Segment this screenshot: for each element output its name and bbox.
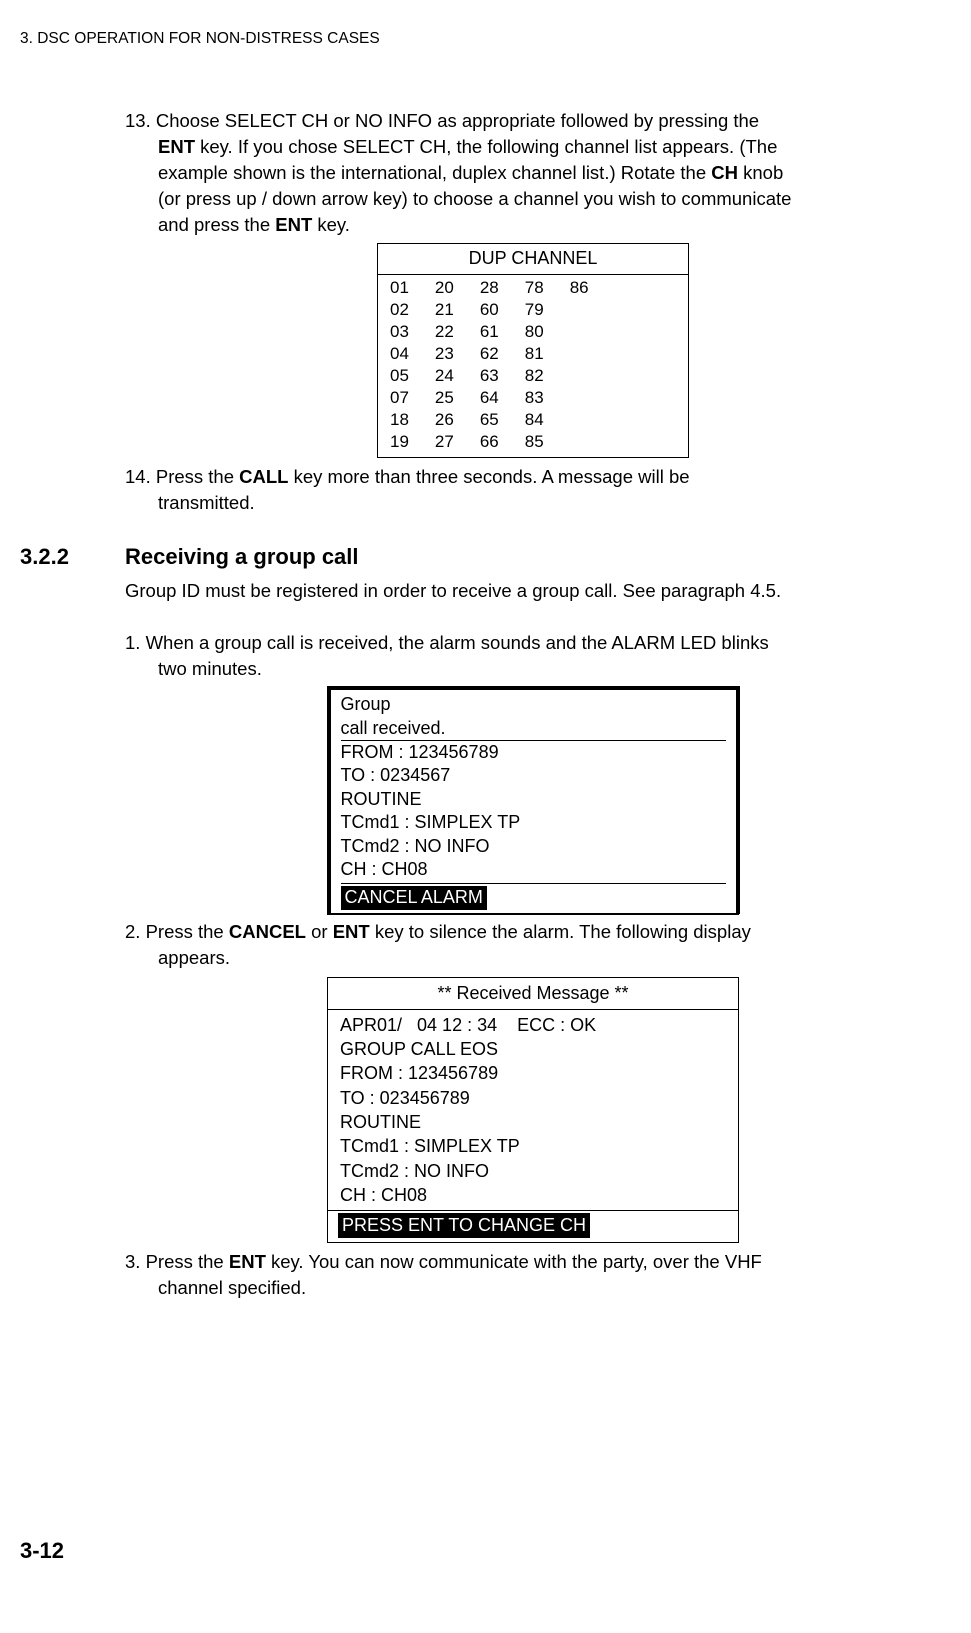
step-13: 13. Choose SELECT CH or NO INFO as appro… xyxy=(125,108,941,237)
step-number: 14. xyxy=(125,466,156,487)
step-number: 3. xyxy=(125,1251,146,1272)
box-title: ** Received Message ** xyxy=(328,978,738,1010)
text: Press the xyxy=(146,921,229,942)
text: example shown is the international, dupl… xyxy=(158,162,711,183)
cell: 21 xyxy=(435,299,454,321)
text: or xyxy=(306,921,333,942)
cell: 03 xyxy=(390,321,409,343)
box-line: APR01/ 04 12 : 34 ECC : OK xyxy=(340,1013,726,1037)
cancel-alarm-button: CANCEL ALARM xyxy=(341,886,487,909)
text: key to silence the alarm. The following … xyxy=(370,921,751,942)
box-line: TCmd2 : NO INFO xyxy=(341,835,726,858)
cell: 80 xyxy=(525,321,544,343)
step-3: 3. Press the ENT key. You can now commun… xyxy=(125,1249,941,1301)
cell: 78 xyxy=(525,277,544,299)
cell: 25 xyxy=(435,387,454,409)
text: VHF xyxy=(725,1251,762,1272)
bold-text: ENT xyxy=(229,1251,266,1272)
bold-text: CH xyxy=(711,162,738,183)
text: When a group call is received, the alarm… xyxy=(146,632,769,653)
step-number: 13. xyxy=(125,110,156,131)
text: channel specified. xyxy=(158,1277,306,1298)
cell: 64 xyxy=(480,387,499,409)
bold-text: ENT xyxy=(158,136,195,157)
text: Choose SELECT CH or NO INFO as appropria… xyxy=(156,110,759,131)
cell: 05 xyxy=(390,365,409,387)
box-line: CH : CH08 xyxy=(340,1183,726,1207)
cell: 83 xyxy=(525,387,544,409)
box-line: TO : 0234567 xyxy=(341,764,726,787)
cell: 04 xyxy=(390,343,409,365)
cell: 82 xyxy=(525,365,544,387)
text: appears. xyxy=(158,947,230,968)
section-number: 3.2.2 xyxy=(20,544,125,570)
step-14: 14. Press the CALL key more than three s… xyxy=(125,464,941,516)
cell: 65 xyxy=(480,409,499,431)
cell: 62 xyxy=(480,343,499,365)
text: key. xyxy=(312,214,350,235)
text: two minutes. xyxy=(158,658,262,679)
cell: 24 xyxy=(435,365,454,387)
bold-text: ENT xyxy=(333,921,370,942)
box-line: GROUP CALL EOS xyxy=(340,1037,726,1061)
box-line: FROM : 123456789 xyxy=(340,1061,726,1085)
cell: 81 xyxy=(525,343,544,365)
page-number: 3-12 xyxy=(20,1538,64,1564)
cell: 85 xyxy=(525,431,544,453)
cell: 84 xyxy=(525,409,544,431)
box-line: ROUTINE xyxy=(341,788,726,811)
cell: 86 xyxy=(570,277,589,299)
text: Press the xyxy=(146,1251,229,1272)
text: (or press up / down arrow key) to choose… xyxy=(158,188,791,209)
bold-text: CALL xyxy=(239,466,288,487)
cell: 18 xyxy=(390,409,409,431)
box-line: ROUTINE xyxy=(340,1110,726,1134)
text: Press the xyxy=(156,466,239,487)
box-header-line: Group xyxy=(341,693,726,716)
box-line: FROM : 123456789 xyxy=(341,741,726,764)
received-message-box: ** Received Message ** APR01/ 04 12 : 34… xyxy=(327,977,739,1244)
cell: 27 xyxy=(435,431,454,453)
box-line: TCmd2 : NO INFO xyxy=(340,1159,726,1183)
table-title: DUP CHANNEL xyxy=(378,244,688,274)
cell: 19 xyxy=(390,431,409,453)
cell: 07 xyxy=(390,387,409,409)
text: and press the xyxy=(158,214,275,235)
text: key. If you chose SELECT CH, the followi… xyxy=(195,136,777,157)
box-line: TO : 023456789 xyxy=(340,1086,726,1110)
cell: 60 xyxy=(480,299,499,321)
cell: 79 xyxy=(525,299,544,321)
cell: 26 xyxy=(435,409,454,431)
step-number: 1. xyxy=(125,632,146,653)
box-line: CH : CH08 xyxy=(341,858,726,884)
group-call-received-box: Group call received. FROM : 123456789 TO… xyxy=(327,687,739,915)
cell: 63 xyxy=(480,365,499,387)
bold-text: ENT xyxy=(275,214,312,235)
text: key. You can now communicate with the pa… xyxy=(266,1251,725,1272)
step-2: 2. Press the CANCEL or ENT key to silenc… xyxy=(125,919,941,971)
bold-text: CANCEL xyxy=(229,921,306,942)
step-1: 1. When a group call is received, the al… xyxy=(125,630,941,682)
cell: 02 xyxy=(390,299,409,321)
text: transmitted. xyxy=(158,492,255,513)
cell: 20 xyxy=(435,277,454,299)
cell: 23 xyxy=(435,343,454,365)
section-title: Receiving a group call xyxy=(125,544,359,570)
press-ent-to-change-ch-button: PRESS ENT TO CHANGE CH xyxy=(338,1213,590,1238)
step-number: 2. xyxy=(125,921,146,942)
dup-channel-table: DUP CHANNEL 01 02 03 04 05 07 18 19 20 2… xyxy=(377,243,689,458)
text: key more than three seconds. A message w… xyxy=(288,466,689,487)
box-header-line: call received. xyxy=(341,717,726,741)
cell: 61 xyxy=(480,321,499,343)
section-intro: Group ID must be registered in order to … xyxy=(125,578,941,604)
box-line: TCmd1 : SIMPLEX TP xyxy=(340,1134,726,1158)
cell: 22 xyxy=(435,321,454,343)
box-line: TCmd1 : SIMPLEX TP xyxy=(341,811,726,834)
cell: 66 xyxy=(480,431,499,453)
cell: 01 xyxy=(390,277,409,299)
text: knob xyxy=(738,162,783,183)
page-header: 3. DSC OPERATION FOR NON-DISTRESS CASES xyxy=(20,30,941,48)
cell: 28 xyxy=(480,277,499,299)
